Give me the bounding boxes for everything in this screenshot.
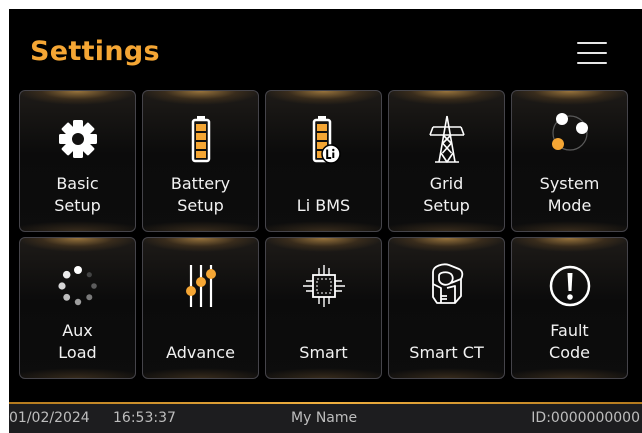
tile-smart[interactable]: Smart [265, 237, 382, 379]
status-date: 01/02/2024 [9, 410, 90, 426]
status-device-id: ID:0000000000 [531, 410, 640, 426]
tile-aux-load[interactable]: Aux Load [19, 237, 136, 379]
tile-grid-setup[interactable]: Grid Setup [388, 90, 505, 232]
hamburger-menu-icon[interactable] [575, 39, 609, 69]
tile-label: Basic Setup [54, 174, 101, 215]
sliders-icon [185, 265, 216, 307]
tile-label: System Mode [539, 174, 600, 215]
tile-label: Grid Setup [423, 174, 470, 215]
lithium-battery-icon [312, 116, 341, 164]
tile-label: Aux Load [58, 321, 97, 362]
current-transformer-icon [431, 263, 463, 304]
tile-label: Advance [166, 343, 235, 362]
status-user-name: My Name [291, 410, 358, 426]
tile-label: Li BMS [296, 196, 351, 215]
aux-load-spinner-icon [57, 266, 97, 306]
chip-icon [302, 265, 345, 307]
tile-advance[interactable]: Advance [142, 237, 259, 379]
tile-basic-setup[interactable]: Basic Setup [19, 90, 136, 232]
tile-label: Fault Code [549, 321, 590, 362]
gear-icon [58, 120, 97, 158]
status-time: 16:53:37 [113, 410, 176, 426]
battery-icon [191, 116, 210, 163]
tile-label: Battery Setup [170, 174, 231, 215]
tile-label: Smart CT [409, 343, 484, 362]
tile-li-bms[interactable]: Li BMS [265, 90, 382, 232]
exclamation-circle-icon [549, 265, 590, 307]
tile-system-mode[interactable]: System Mode [511, 90, 628, 232]
power-tower-icon [428, 115, 465, 163]
tile-battery-setup[interactable]: Battery Setup [142, 90, 259, 232]
tile-fault-code[interactable]: Fault Code [511, 237, 628, 379]
tile-label: Smart [299, 343, 348, 362]
page-title: Settings [30, 36, 160, 67]
system-mode-icon [551, 113, 588, 151]
settings-screen: Settings Basic Setup Battery Setup Li BM… [9, 9, 642, 433]
status-bar: 01/02/2024 16:53:37 My Name ID:000000000… [9, 404, 642, 433]
tile-smart-ct[interactable]: Smart CT [388, 237, 505, 379]
